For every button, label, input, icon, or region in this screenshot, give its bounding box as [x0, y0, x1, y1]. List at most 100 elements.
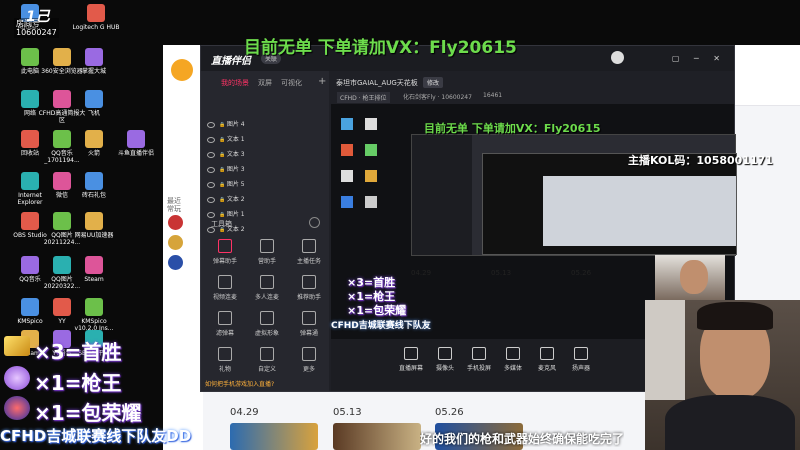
game-icon-3[interactable] — [168, 255, 183, 270]
eye-icon[interactable] — [207, 196, 215, 203]
tool-item[interactable]: 弹幕助手 — [207, 239, 243, 265]
game-icon-cf[interactable] — [168, 215, 183, 230]
game-icon-2[interactable] — [168, 235, 183, 250]
tool-item[interactable]: 营助手 — [249, 239, 285, 265]
lock-icon[interactable]: 🔒 — [219, 197, 227, 203]
scene-layer-label: 文本 2 — [226, 196, 245, 203]
desktop-icon[interactable]: 飞机 — [70, 90, 118, 117]
eye-icon[interactable] — [207, 211, 215, 218]
bottom-banner: CFHD吉城联赛线下队友DD — [0, 427, 192, 445]
add-scene-button[interactable]: + — [318, 76, 326, 87]
tool-label: 更多 — [302, 366, 315, 373]
scene-layer-item[interactable]: 🔒 图片 5 — [207, 179, 245, 188]
app-icon — [85, 48, 103, 66]
bottom-bar-icon — [404, 347, 418, 360]
app-icon — [53, 256, 71, 274]
scene-layer-item[interactable]: 🔒 文本 1 — [207, 134, 245, 143]
headline-text: 目前无单 下单请加VX：Fly20615 — [244, 38, 517, 58]
tool-icon — [218, 347, 232, 361]
app-icon — [21, 298, 39, 316]
bottom-bar-icon — [506, 347, 520, 360]
eye-icon[interactable] — [207, 121, 215, 128]
recent-played-label: 最近常玩 — [167, 197, 181, 213]
bottom-bar-button[interactable]: 扬声器 — [563, 347, 599, 372]
video-thumb-2[interactable] — [333, 423, 421, 450]
eye-icon[interactable] — [207, 181, 215, 188]
tool-item[interactable]: 多人连麦 — [249, 275, 285, 301]
toolbox-settings-icon[interactable] — [309, 217, 320, 228]
eye-icon[interactable] — [207, 151, 215, 158]
tool-icon — [260, 311, 274, 325]
app-icon — [85, 130, 103, 148]
banner-small: CFHD吉城联赛线下队友 — [331, 321, 431, 331]
huya-logo: 1己 — [26, 9, 50, 25]
inner-date-2: 05.13 — [491, 269, 512, 277]
scene-layer-item[interactable]: 🔒 图片 4 — [207, 119, 245, 128]
tool-icon — [302, 275, 316, 289]
tool-item[interactable]: 弹幕通 — [291, 311, 327, 337]
bottom-bar-button[interactable]: 直播屏幕 — [393, 347, 429, 372]
tool-item[interactable]: 视频连麦 — [207, 275, 243, 301]
app-icon — [21, 130, 39, 148]
scene-layer-item[interactable]: 🔒 文本 3 — [207, 149, 245, 158]
tool-item[interactable]: 自定义 — [249, 347, 285, 373]
headline-text-small: 目前无单 下单请加VX：Fly20615 — [424, 122, 601, 135]
app-icon — [85, 256, 103, 274]
tab-scenes[interactable]: 我的场景 — [221, 78, 249, 88]
desktop-icon[interactable]: 火箭 — [70, 130, 118, 157]
category-badge[interactable]: CFHD · 枪王排位 — [337, 92, 390, 103]
lock-icon[interactable]: 🔒 — [219, 137, 227, 143]
room-title: 泰坦市GAIAL_AUG天花板 — [336, 79, 418, 87]
eye-icon[interactable] — [207, 166, 215, 173]
bottom-bar-button[interactable]: 手机投屏 — [461, 347, 497, 372]
desktop-icon-label: Logitech G HUB — [72, 24, 120, 31]
bottom-bar-button[interactable]: 摄像头 — [427, 347, 463, 372]
tool-item[interactable]: 滤弹幕 — [207, 311, 243, 337]
desktop-icon[interactable]: KMSpico v10.2.0 Ins... — [70, 298, 118, 332]
tab-dual[interactable]: 双屏 — [258, 78, 272, 88]
tool-icon — [260, 347, 274, 361]
desktop-icon[interactable]: 斗鱼直播伴侣 — [112, 130, 160, 157]
lock-icon[interactable]: 🔒 — [219, 182, 227, 188]
lock-icon[interactable]: 🔒 — [219, 212, 227, 218]
window-controls[interactable]: ▢ ─ ✕ — [672, 54, 726, 63]
rank-badge-3-icon — [4, 396, 30, 420]
scene-layer-item[interactable]: 🔒 文本 2 — [207, 194, 245, 203]
lock-icon[interactable]: 🔒 — [219, 122, 227, 128]
tip-text[interactable]: 如何把手机游戏加入直播? — [205, 379, 274, 388]
scene-layer-label: 图片 5 — [226, 181, 245, 188]
scene-layer-item[interactable]: 🔒 图片 3 — [207, 164, 245, 173]
eye-icon[interactable] — [207, 136, 215, 143]
app-icon — [21, 90, 39, 108]
bottom-bar-icon — [540, 347, 554, 360]
tool-label: 滤弹幕 — [215, 330, 234, 337]
desktop-icon[interactable]: Steam — [70, 256, 118, 283]
tool-label: 弹幕助手 — [212, 258, 237, 265]
lock-icon[interactable]: 🔒 — [219, 167, 227, 173]
desktop-icon[interactable]: 掌握大城 — [70, 48, 118, 75]
tool-item[interactable]: 更多 — [291, 347, 327, 373]
edit-room-button[interactable]: 修改 — [423, 77, 444, 88]
tab-visual[interactable]: 可视化 — [281, 78, 302, 88]
bottom-bar-icon — [438, 347, 452, 360]
tool-item[interactable]: 虚拟形象 — [249, 311, 285, 337]
bottom-bar-icon — [574, 347, 588, 360]
bottom-bar-button[interactable]: 麦克风 — [529, 347, 565, 372]
scene-layer-label: 图片 1 — [226, 211, 245, 218]
desktop-icon[interactable]: Logitech G HUB — [72, 4, 120, 31]
user-avatar[interactable] — [611, 51, 624, 64]
tool-item[interactable]: 推荐助手 — [291, 275, 327, 301]
video-thumb-1[interactable] — [230, 423, 318, 450]
tool-item[interactable]: 礼物 — [207, 347, 243, 373]
tool-item[interactable]: 主播任务 — [291, 239, 327, 265]
desktop-icon[interactable]: 网易UU加速器 — [70, 212, 118, 239]
bottom-bar-button[interactable]: 多媒体 — [495, 347, 531, 372]
desktop-icon-label: 掌握大城 — [81, 68, 106, 75]
desktop-icon-label: 飞机 — [87, 110, 100, 117]
app-icon — [53, 298, 71, 316]
scene-layer-item[interactable]: 🔒 图片 1 — [207, 209, 245, 218]
desktop-icon[interactable]: 砖石礼包 — [70, 172, 118, 199]
bottom-bar-label: 扬声器 — [571, 365, 590, 372]
lock-icon[interactable]: 🔒 — [219, 152, 227, 158]
app-icon — [21, 172, 39, 190]
